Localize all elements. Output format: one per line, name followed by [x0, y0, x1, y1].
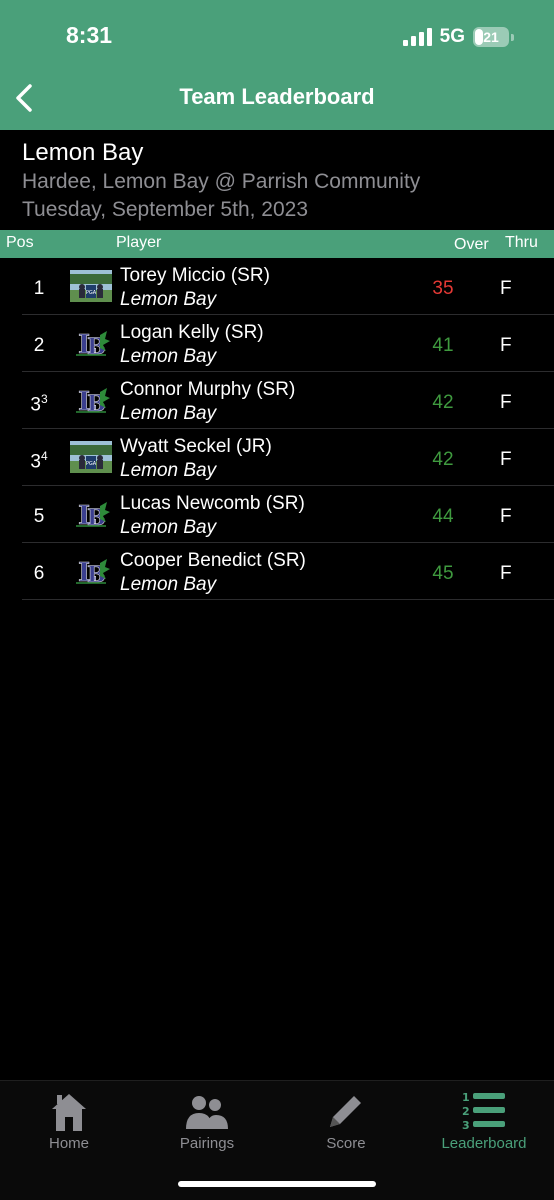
signal-icon	[402, 28, 432, 46]
team-logo-icon: LB	[70, 498, 112, 530]
tab-score[interactable]: Score	[286, 1087, 406, 1152]
holes-thru: F	[500, 335, 512, 356]
score-over: 41	[432, 335, 454, 356]
leaderboard-row[interactable]: 1 PGA Torey Miccio (SR) Lemon Bay 35 F	[22, 258, 554, 315]
player-name: Cooper Benedict (SR)	[120, 550, 306, 571]
team-logo-icon: LB	[70, 555, 112, 587]
avatar: LB	[70, 498, 112, 530]
team-name: Lemon Bay	[22, 139, 144, 166]
avatar: PGA	[70, 441, 112, 473]
player-name: Connor Murphy (SR)	[120, 379, 296, 400]
svg-text:1: 1	[462, 1091, 470, 1104]
column-over: Over	[454, 236, 489, 253]
position: 5	[22, 506, 56, 528]
status-indicators: 5G 21	[402, 26, 514, 48]
avatar: PGA	[70, 270, 112, 302]
column-header: Pos Player Over Thru	[0, 230, 554, 258]
tab-label: Pairings	[179, 1135, 235, 1152]
avatar: LB	[70, 384, 112, 416]
column-pos: Pos	[6, 234, 34, 251]
status-time: 8:31	[66, 22, 113, 48]
home-indicator	[178, 1181, 376, 1187]
column-thru: Thru	[505, 234, 538, 251]
player-team: Lemon Bay	[120, 403, 217, 424]
svg-text:PGA: PGA	[86, 290, 97, 296]
leaderboard-list: 1 PGA Torey Miccio (SR) Lemon Bay 35 F 2 L B Loga…	[22, 258, 554, 600]
tab-label: Score	[326, 1135, 366, 1152]
tab-pairings[interactable]: Pairings	[147, 1087, 267, 1152]
leaderboard-icon: 123	[424, 1087, 544, 1135]
score-over: 35	[432, 278, 454, 299]
player-team: Lemon Bay	[120, 517, 217, 538]
position: 34	[22, 449, 56, 473]
player-name: Wyatt Seckel (JR)	[120, 436, 272, 457]
player-team: Lemon Bay	[120, 574, 217, 595]
position-value: 5	[33, 506, 45, 527]
tab-leaderboard[interactable]: 1 2 3 Leaderboard	[424, 1087, 544, 1152]
player-name: Lucas Newcomb (SR)	[120, 493, 305, 514]
svg-text:2: 2	[462, 1105, 470, 1118]
leaderboard-row[interactable]: 2 L B Logan Kelly (SR) Lemon Bay 41 F	[22, 315, 554, 372]
position: 1	[22, 278, 56, 300]
avatar: LB	[70, 327, 112, 359]
holes-thru: F	[500, 449, 512, 470]
player-team: Lemon Bay	[120, 289, 217, 310]
holes-thru: F	[500, 278, 512, 299]
home-icon	[9, 1087, 129, 1135]
column-player: Player	[116, 234, 162, 251]
position: 2	[22, 335, 56, 357]
position-value: 6	[33, 563, 45, 584]
team-logo-icon: LB	[70, 327, 112, 359]
score-over: 45	[432, 563, 454, 584]
svg-text:3: 3	[462, 1119, 470, 1132]
position-value: 3	[30, 451, 41, 473]
score-over: 42	[432, 392, 454, 413]
svg-text:PGA: PGA	[86, 461, 97, 467]
leaderboard-row[interactable]: 6 L B Cooper Benedict (SR) Lemon Bay 45 F	[22, 543, 554, 600]
player-photo-icon: PGA	[70, 441, 112, 473]
holes-thru: F	[500, 392, 512, 413]
people-icon	[147, 1087, 267, 1135]
page-title: Team Leaderboard	[179, 84, 375, 109]
header: 8:31 5G 21 Team Leaderboard	[0, 0, 554, 130]
team-logo-icon: LB	[70, 384, 112, 416]
avatar: LB	[70, 555, 112, 587]
match-description: Hardee, Lemon Bay @ Parrish Community	[22, 170, 421, 193]
match-date: Tuesday, September 5th, 2023	[22, 198, 309, 221]
position-value: 3	[30, 394, 41, 416]
tab-label: Home	[48, 1135, 89, 1152]
battery-icon: 21	[473, 27, 509, 47]
network-type: 5G	[439, 26, 465, 47]
app-screen: 8:31 5G 21 Team Leaderboard Lemon Bay Ha…	[0, 0, 554, 1200]
score-over: 44	[432, 506, 454, 527]
position-value: 1	[33, 278, 45, 299]
player-name: Logan Kelly (SR)	[120, 322, 264, 343]
event-info: Lemon Bay Hardee, Lemon Bay @ Parrish Co…	[22, 138, 420, 224]
leaderboard-row[interactable]: 33 L B Connor Murphy (SR) Lemon Bay 42 F	[22, 372, 554, 429]
holes-thru: F	[500, 563, 512, 584]
position-tie-marker: 3	[40, 392, 48, 406]
player-name: Torey Miccio (SR)	[120, 265, 270, 286]
position: 33	[22, 392, 56, 416]
leaderboard-row[interactable]: 34 PGA Wyatt Seckel (JR) Lemon Bay 42 F	[22, 429, 554, 486]
battery-level: 21	[483, 29, 499, 45]
pencil-icon	[286, 1087, 406, 1135]
position: 6	[22, 563, 56, 585]
position-tie-marker: 4	[40, 449, 48, 463]
holes-thru: F	[500, 506, 512, 527]
player-team: Lemon Bay	[120, 346, 217, 367]
battery-nub	[511, 33, 514, 41]
position-value: 2	[33, 335, 45, 356]
tab-home[interactable]: Home	[9, 1087, 129, 1152]
score-over: 42	[432, 449, 454, 470]
player-team: Lemon Bay	[120, 460, 217, 481]
tab-label: Leaderboard	[441, 1135, 527, 1152]
player-photo-icon: PGA	[70, 270, 112, 302]
leaderboard-row[interactable]: 5 L B Lucas Newcomb (SR) Lemon Bay 44 F	[22, 486, 554, 543]
